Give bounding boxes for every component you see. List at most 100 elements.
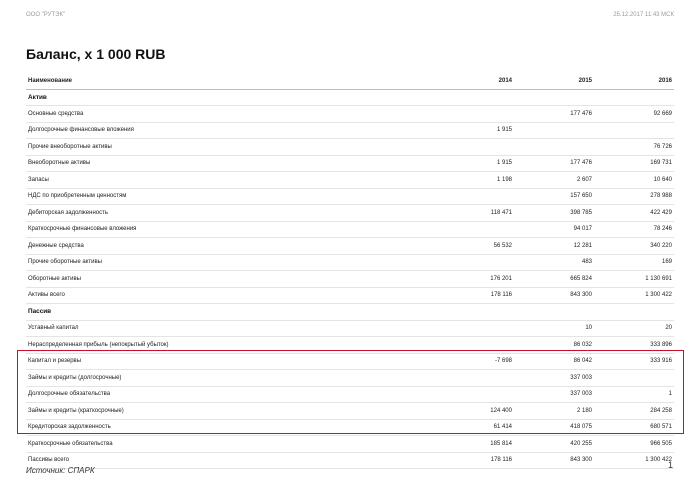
page-title: Баланс, х 1 000 RUB (26, 46, 166, 62)
cell-2014: 185 814 (426, 435, 514, 453)
table-row: Нераспределенная прибыль (непокрытый убы… (26, 336, 674, 354)
row-label: Уставный капитал (26, 320, 426, 337)
cell-2014: 178 116 (426, 287, 514, 304)
cell-2016: 92 669 (594, 105, 674, 123)
row-label: Активы всего (26, 287, 426, 304)
cell-2014: 178 116 (426, 452, 514, 469)
cell-2016: 76 726 (594, 138, 674, 156)
table-row: Дебиторская задолженность 118 471 398 785 4… (26, 204, 674, 222)
cell-2016: 1 300 422 (594, 287, 674, 304)
row-label: Займы и кредиты (долгосрочные) (26, 369, 426, 387)
row-label: Краткосрочные обязательства (26, 435, 426, 453)
row-label: Кредиторская задолженность (26, 419, 426, 436)
cell-2016: 169 (594, 254, 674, 271)
cell-2015: 337 003 (514, 369, 594, 387)
section-row: Пассив (26, 303, 674, 321)
cell-2016: 278 988 (594, 188, 674, 205)
cell-2015 (514, 303, 594, 321)
table-row: Займы и кредиты (краткосрочные) 124 400 2 … (26, 402, 674, 420)
column-header-2016: 2016 (594, 73, 674, 90)
table-row: Пассивы всего 178 116 843 300 1 300 422 (26, 452, 674, 469)
cell-2015: 86 032 (514, 336, 594, 354)
cell-2014 (426, 369, 514, 387)
cell-2014 (426, 188, 514, 205)
cell-2014: -7 698 (426, 353, 514, 370)
table-row: Прочие внеоборотные активы 76 726 (26, 138, 674, 156)
row-label: Долгосрочные финансовые вложения (26, 122, 426, 139)
table-row: Основные средства 177 476 92 669 (26, 105, 674, 123)
table-row: Оборотные активы 176 201 665 824 1 130 691 (26, 270, 674, 288)
row-label: Дебиторская задолженность (26, 204, 426, 222)
row-label: Прочие оборотные активы (26, 254, 426, 271)
cell-2015: 10 (514, 320, 594, 337)
row-label: Нераспределенная прибыль (непокрытый убы… (26, 336, 426, 354)
cell-2014: 1 198 (426, 171, 514, 189)
table-row: Запасы 1 198 2 607 10 640 (26, 171, 674, 189)
cell-2015: 2 607 (514, 171, 594, 189)
cell-2015: 177 476 (514, 155, 594, 172)
cell-2014 (426, 303, 514, 321)
cell-2015: 12 281 (514, 237, 594, 255)
row-label: НДС по приобретенным ценностям (26, 188, 426, 205)
cell-2014: 124 400 (426, 402, 514, 420)
cell-2015: 177 476 (514, 105, 594, 123)
cell-2016: 169 731 (594, 155, 674, 172)
cell-2016 (594, 303, 674, 321)
table-row: Краткосрочные обязательства 185 814 420 25… (26, 435, 674, 453)
cell-2015: 398 785 (514, 204, 594, 222)
cell-2014 (426, 138, 514, 156)
cell-2014 (426, 254, 514, 271)
row-label: Займы и кредиты (краткосрочные) (26, 402, 426, 420)
cell-2016: 966 505 (594, 435, 674, 453)
row-label: Основные средства (26, 105, 426, 123)
cell-2014: 56 532 (426, 237, 514, 255)
cell-2016: 10 640 (594, 171, 674, 189)
cell-2016: 340 220 (594, 237, 674, 255)
cell-2015: 337 003 (514, 386, 594, 403)
row-label: Пассив (26, 303, 426, 321)
cell-2014 (426, 105, 514, 123)
cell-2015: 2 180 (514, 402, 594, 420)
page-number: 1 (668, 460, 674, 470)
table-row: Денежные средства 56 532 12 281 340 220 (26, 237, 674, 255)
table-row: Долгосрочные обязательства 337 003 1 (26, 386, 674, 403)
cell-2014 (426, 336, 514, 354)
cell-2015: 483 (514, 254, 594, 271)
cell-2016: 284 258 (594, 402, 674, 420)
row-label: Краткосрочные финансовые вложения (26, 221, 426, 238)
cell-2014: 61 414 (426, 419, 514, 436)
balance-table-body: Актив Основные средства 177 476 92 669 Долго… (26, 89, 674, 469)
cell-2016 (594, 89, 674, 106)
cell-2016: 1 130 691 (594, 270, 674, 288)
balance-table: Наименование 2014 2015 2016 Актив Основны… (26, 73, 674, 469)
column-header-name: Наименование (26, 73, 426, 90)
cell-2015 (514, 89, 594, 106)
page-header: ООО "РУТЭК" 25.12.2017 11:43 МСК (26, 12, 674, 18)
table-row: Долгосрочные финансовые вложения 1 915 (26, 122, 674, 139)
cell-2016 (594, 369, 674, 387)
table-row: Активы всего 178 116 843 300 1 300 422 (26, 287, 674, 304)
cell-2015: 418 075 (514, 419, 594, 436)
cell-2015: 843 300 (514, 452, 594, 469)
row-label: Оборотные активы (26, 270, 426, 288)
row-label: Долгосрочные обязательства (26, 386, 426, 403)
source-note: Источник: СПАРК (26, 466, 95, 475)
cell-2016: 78 246 (594, 221, 674, 238)
cell-2015: 843 300 (514, 287, 594, 304)
cell-2016: 333 896 (594, 336, 674, 354)
column-header-2014: 2014 (426, 73, 514, 90)
cell-2014 (426, 89, 514, 106)
cell-2014: 1 915 (426, 155, 514, 172)
cell-2015: 94 017 (514, 221, 594, 238)
table-row: Капитал и резервы -7 698 86 042 333 916 (26, 353, 674, 370)
cell-2014 (426, 386, 514, 403)
cell-2016: 1 300 422 (594, 452, 674, 469)
row-label: Актив (26, 89, 426, 106)
section-row: Актив (26, 89, 674, 106)
table-row: Прочие оборотные активы 483 169 (26, 254, 674, 271)
balance-table-header: Наименование 2014 2015 2016 (26, 73, 674, 90)
cell-2015: 86 042 (514, 353, 594, 370)
report-timestamp: 25.12.2017 11:43 МСК (613, 12, 674, 18)
cell-2014 (426, 320, 514, 337)
cell-2015: 157 650 (514, 188, 594, 205)
